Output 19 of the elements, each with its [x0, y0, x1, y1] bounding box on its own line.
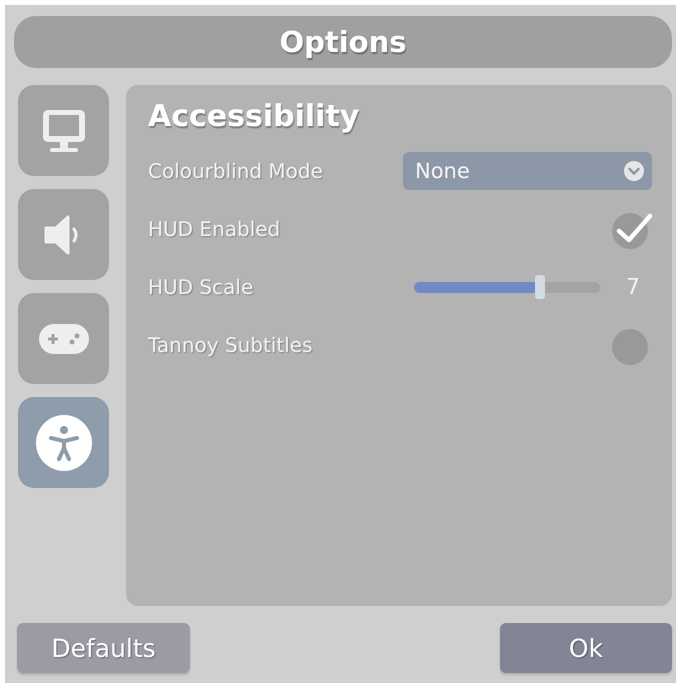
slider-thumb[interactable] — [535, 275, 546, 299]
accessibility-icon — [34, 414, 92, 472]
category-tab[interactable] — [18, 189, 109, 280]
ok-button[interactable]: Ok — [500, 623, 672, 673]
category-tab[interactable] — [18, 85, 109, 176]
window-title: Options — [279, 25, 407, 59]
dropdown[interactable]: None — [403, 152, 652, 190]
defaults-button[interactable]: Defaults — [17, 623, 190, 673]
slider[interactable] — [414, 275, 600, 299]
gamepad-icon — [38, 322, 90, 354]
category-tab[interactable] — [18, 397, 109, 488]
setting-label: HUD Enabled — [148, 217, 280, 241]
setting-label: Colourblind Mode — [148, 159, 323, 183]
section-heading: Accessibility — [148, 99, 360, 134]
category-tab[interactable] — [18, 293, 109, 384]
setting-label: HUD Scale — [148, 275, 254, 299]
chevron-icon — [624, 161, 644, 181]
setting-label: Tannoy Subtitles — [148, 333, 313, 357]
slider-value: 7 — [626, 274, 640, 300]
